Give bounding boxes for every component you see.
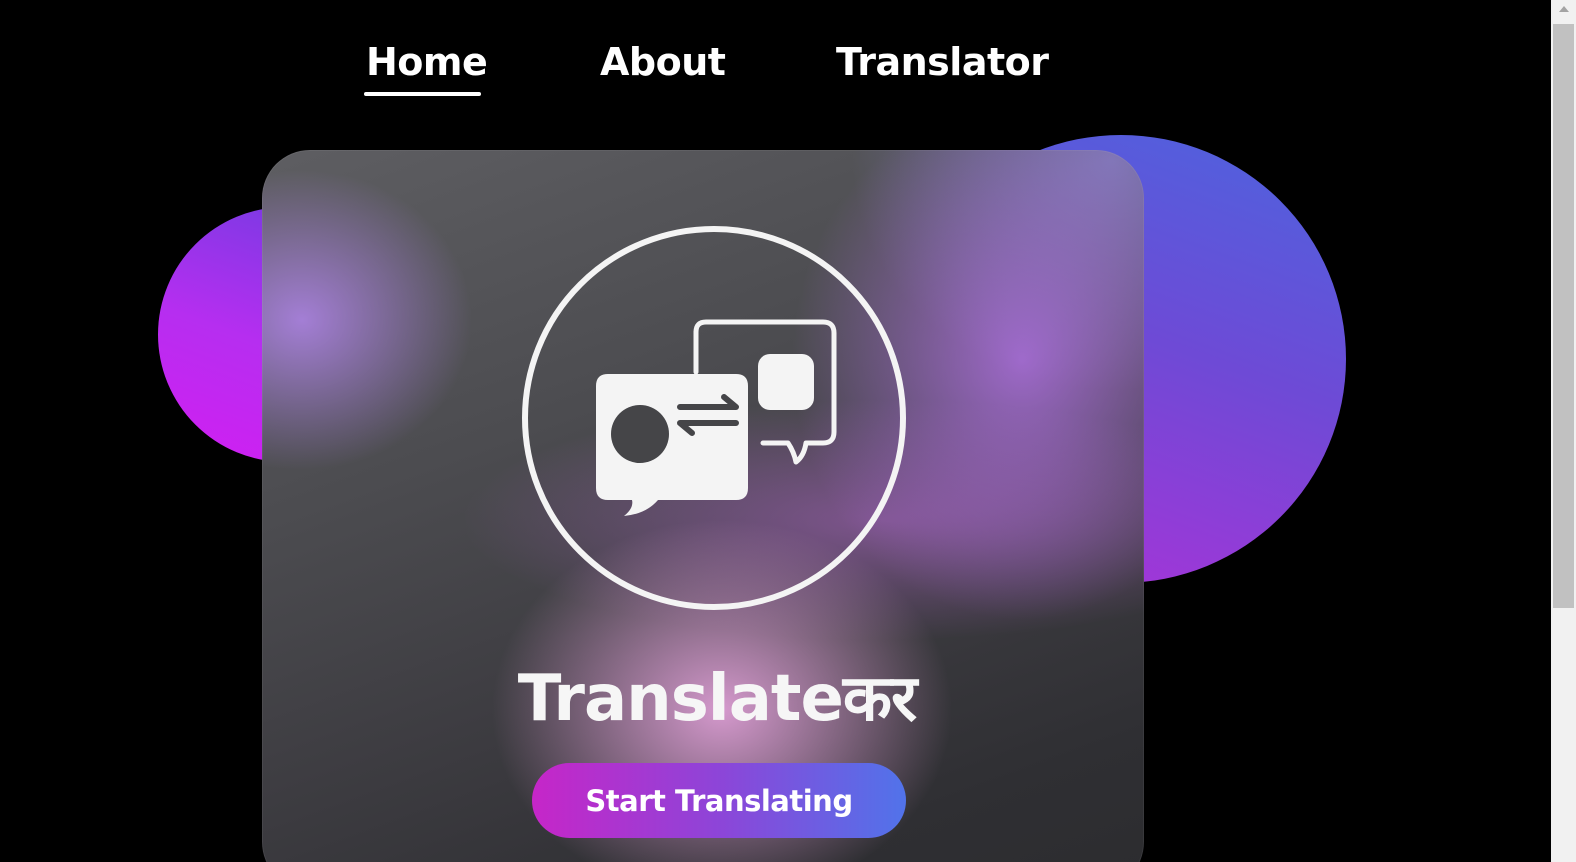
start-translating-button[interactable]: Start Translating xyxy=(532,763,906,838)
top-nav: Home About Translator xyxy=(0,40,1543,100)
translate-chat-bubbles-icon xyxy=(522,226,906,610)
brand-title: Translateकर xyxy=(517,662,917,736)
page: Home About Translator Translateकर Start … xyxy=(0,0,1576,862)
hero-card: Translateकर Start Translating xyxy=(262,150,1144,862)
scroll-up-arrow-icon[interactable] xyxy=(1559,6,1569,12)
active-nav-indicator xyxy=(364,92,481,96)
scrollbar-thumb[interactable] xyxy=(1553,24,1574,608)
vertical-scrollbar[interactable] xyxy=(1551,0,1576,862)
nav-translator-link[interactable]: Translator xyxy=(836,40,1049,84)
nav-home-link[interactable]: Home xyxy=(366,40,488,84)
nav-about-link[interactable]: About xyxy=(600,40,726,84)
